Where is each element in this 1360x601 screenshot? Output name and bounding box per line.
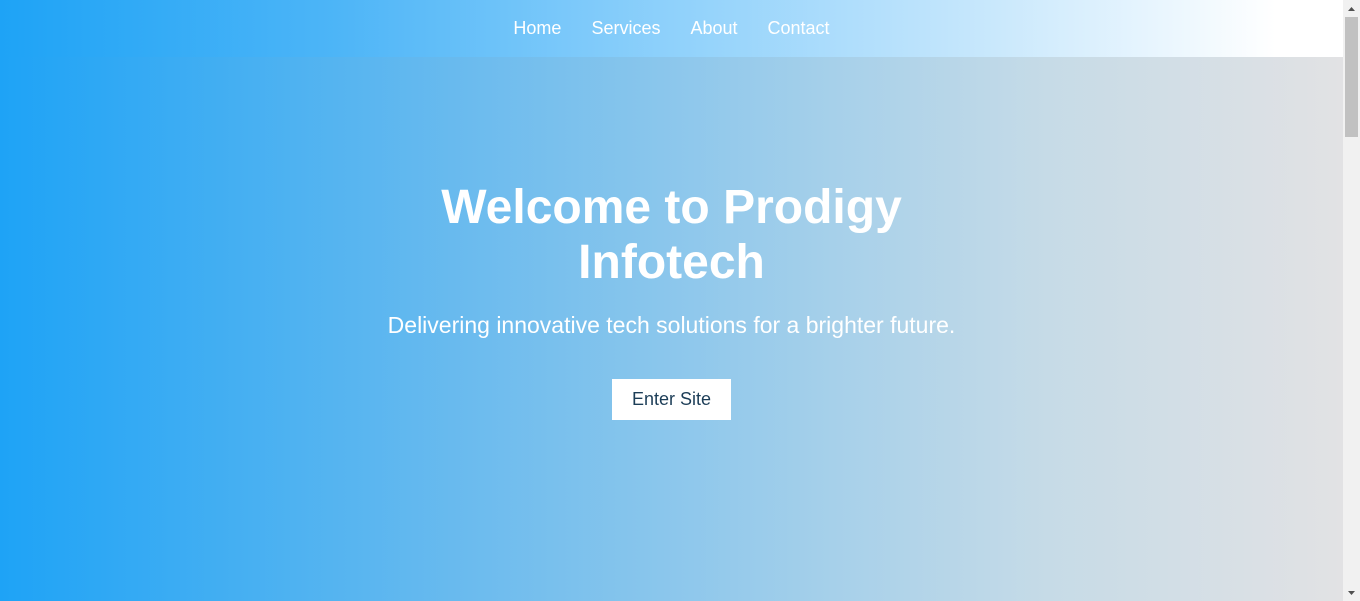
nav-item-home: Home — [513, 19, 561, 39]
hero-title-line-2: Infotech — [578, 236, 765, 289]
scroll-up-arrow-icon[interactable] — [1343, 0, 1360, 17]
nav-link-home[interactable]: Home — [513, 18, 561, 38]
nav-link-about[interactable]: About — [690, 18, 737, 38]
nav-list: Home Services About Contact — [513, 19, 829, 39]
vertical-scrollbar[interactable] — [1343, 0, 1360, 601]
scroll-down-arrow-icon[interactable] — [1343, 584, 1360, 601]
enter-site-button[interactable]: Enter Site — [612, 379, 731, 420]
navbar: Home Services About Contact — [0, 0, 1343, 57]
nav-link-services[interactable]: Services — [591, 18, 660, 38]
nav-item-services: Services — [591, 19, 660, 39]
hero-subtitle: Delivering innovative tech solutions for… — [387, 312, 956, 338]
scroll-thumb[interactable] — [1345, 17, 1358, 137]
landing-page: Home Services About Contact Welcome to P… — [0, 0, 1343, 601]
nav-link-contact[interactable]: Contact — [768, 18, 830, 38]
hero-title: Welcome to Prodigy Infotech — [0, 180, 1343, 290]
hero-title-line-1: Welcome to Prodigy — [441, 181, 902, 234]
nav-item-about: About — [690, 19, 737, 39]
nav-item-contact: Contact — [768, 19, 830, 39]
viewport: Home Services About Contact Welcome to P… — [0, 0, 1360, 601]
